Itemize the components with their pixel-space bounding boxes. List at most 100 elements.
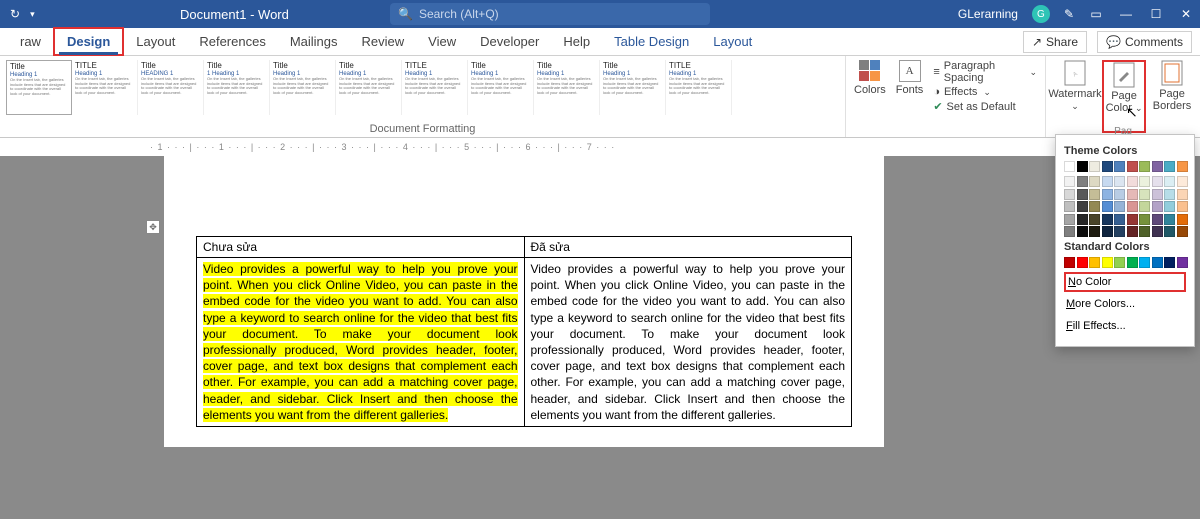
color-swatch[interactable] (1152, 257, 1163, 268)
color-swatch[interactable] (1077, 201, 1088, 212)
color-swatch[interactable] (1164, 226, 1175, 237)
color-swatch[interactable] (1089, 161, 1100, 172)
color-swatch[interactable] (1152, 161, 1163, 172)
fill-effects-item[interactable]: Fill Effects... (1064, 316, 1186, 336)
fonts-button[interactable]: A Fonts (896, 60, 924, 96)
color-swatch[interactable] (1139, 201, 1150, 212)
color-swatch[interactable] (1164, 161, 1175, 172)
color-swatch[interactable] (1139, 257, 1150, 268)
set-as-default-button[interactable]: ✔Set as Default (933, 100, 1037, 113)
page-borders-button[interactable]: Page Borders (1150, 60, 1194, 133)
theme-thumbnail[interactable]: TitleHeading 1On the Insert tab, the gal… (534, 60, 600, 115)
color-swatch[interactable] (1114, 257, 1125, 268)
color-swatch[interactable] (1077, 161, 1088, 172)
search-box[interactable]: 🔍 Search (Alt+Q) (390, 3, 710, 25)
color-swatch[interactable] (1177, 189, 1188, 200)
color-swatch[interactable] (1102, 257, 1113, 268)
tab-mailings[interactable]: Mailings (278, 29, 350, 54)
color-swatch[interactable] (1139, 226, 1150, 237)
color-swatch[interactable] (1177, 201, 1188, 212)
color-swatch[interactable] (1064, 161, 1075, 172)
color-swatch[interactable] (1177, 214, 1188, 225)
color-swatch[interactable] (1077, 226, 1088, 237)
color-swatch[interactable] (1064, 214, 1075, 225)
color-swatch[interactable] (1102, 214, 1113, 225)
color-swatch[interactable] (1177, 176, 1188, 187)
color-swatch[interactable] (1164, 257, 1175, 268)
color-swatch[interactable] (1177, 257, 1188, 268)
color-swatch[interactable] (1127, 257, 1138, 268)
comparison-table[interactable]: Chưa sửa Đã sửa Video provides a powerfu… (196, 236, 852, 427)
color-swatch[interactable] (1064, 189, 1075, 200)
theme-thumbnail[interactable]: TITLEHeading 1On the Insert tab, the gal… (72, 60, 138, 115)
color-swatch[interactable] (1152, 189, 1163, 200)
theme-thumbnail[interactable]: Title1 Heading 1On the Insert tab, the g… (204, 60, 270, 115)
theme-thumbnail[interactable]: TitleHeading 1On the Insert tab, the gal… (468, 60, 534, 115)
color-swatch[interactable] (1114, 214, 1125, 225)
maximize-button[interactable]: ☐ (1148, 7, 1164, 21)
more-colors-item[interactable]: More Colors... (1064, 294, 1186, 314)
table-move-handle[interactable]: ✥ (146, 220, 160, 234)
color-swatch[interactable] (1077, 214, 1088, 225)
color-swatch[interactable] (1089, 257, 1100, 268)
page-color-button[interactable]: Page Color ⌄ (1102, 60, 1146, 133)
color-swatch[interactable] (1089, 214, 1100, 225)
color-swatch[interactable] (1127, 226, 1138, 237)
tab-view[interactable]: View (416, 29, 468, 54)
color-swatch[interactable] (1139, 161, 1150, 172)
color-swatch[interactable] (1077, 257, 1088, 268)
tab-design[interactable]: Design (53, 27, 124, 56)
color-swatch[interactable] (1127, 161, 1138, 172)
paragraph-spacing-button[interactable]: ≡Paragraph Spacing⌄ (933, 60, 1037, 84)
color-swatch[interactable] (1164, 189, 1175, 200)
user-avatar[interactable]: G (1032, 5, 1050, 23)
tab-review[interactable]: Review (350, 29, 417, 54)
document-canvas[interactable]: ✥ Chưa sửa Đã sửa Video provides a power… (0, 156, 1200, 519)
qat-dropdown-icon[interactable]: ▾ (30, 9, 35, 20)
color-swatch[interactable] (1127, 214, 1138, 225)
theme-thumbnail[interactable]: TitleHeading 1On the Insert tab, the gal… (6, 60, 72, 115)
close-button[interactable]: ✕ (1178, 7, 1194, 21)
share-button[interactable]: ↗Share (1023, 31, 1087, 53)
color-swatch[interactable] (1077, 189, 1088, 200)
color-swatch[interactable] (1077, 176, 1088, 187)
color-swatch[interactable] (1064, 176, 1075, 187)
tab-draw[interactable]: raw (8, 29, 53, 54)
ribbon-display-icon[interactable]: ▭ (1088, 7, 1104, 21)
comments-button[interactable]: 💬Comments (1097, 31, 1192, 53)
table-cell-body-right[interactable]: Video provides a powerful way to help yo… (524, 258, 852, 427)
tab-layout[interactable]: Layout (124, 29, 187, 54)
color-swatch[interactable] (1177, 226, 1188, 237)
color-swatch[interactable] (1152, 226, 1163, 237)
color-swatch[interactable] (1127, 189, 1138, 200)
theme-thumbnail[interactable]: TitleHeading 1On the Insert tab, the gal… (600, 60, 666, 115)
color-swatch[interactable] (1164, 176, 1175, 187)
color-swatch[interactable] (1114, 201, 1125, 212)
theme-thumbnail[interactable]: TITLEHeading 1On the Insert tab, the gal… (402, 60, 468, 115)
tab-references[interactable]: References (187, 29, 277, 54)
color-swatch[interactable] (1102, 176, 1113, 187)
color-swatch[interactable] (1139, 176, 1150, 187)
color-swatch[interactable] (1089, 226, 1100, 237)
tab-developer[interactable]: Developer (468, 29, 551, 54)
theme-thumbnail[interactable]: TitleHeading 1On the Insert tab, the gal… (270, 60, 336, 115)
tab-help[interactable]: Help (551, 29, 602, 54)
theme-thumbnail[interactable]: TitleHEADING 1On the Insert tab, the gal… (138, 60, 204, 115)
color-swatch[interactable] (1152, 176, 1163, 187)
color-swatch[interactable] (1114, 176, 1125, 187)
color-swatch[interactable] (1089, 176, 1100, 187)
color-swatch[interactable] (1114, 161, 1125, 172)
color-swatch[interactable] (1127, 201, 1138, 212)
color-swatch[interactable] (1102, 161, 1113, 172)
color-swatch[interactable] (1127, 176, 1138, 187)
color-swatch[interactable] (1164, 201, 1175, 212)
effects-button[interactable]: ◑Effects⌄ (933, 86, 1037, 98)
horizontal-ruler[interactable]: · 1 · · · | · · · 1 · · · | · · · 2 · · … (0, 138, 1200, 156)
color-swatch[interactable] (1064, 201, 1075, 212)
color-swatch[interactable] (1114, 189, 1125, 200)
no-color-item[interactable]: No Color (1064, 272, 1186, 292)
watermark-button[interactable]: A Watermark⌄ (1052, 60, 1098, 133)
colors-button[interactable]: Colors (854, 60, 886, 96)
autosave-icon[interactable]: ↻ (10, 7, 20, 21)
user-name[interactable]: GLerarning (958, 7, 1018, 21)
